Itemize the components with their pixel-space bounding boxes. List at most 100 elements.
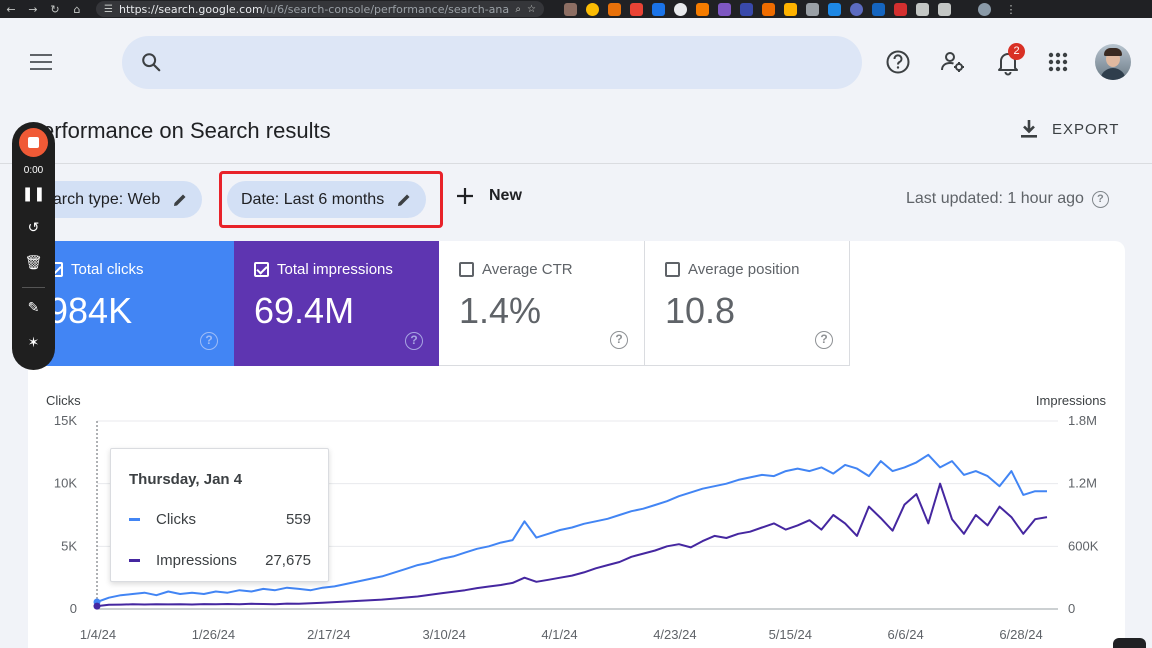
- extension-icon[interactable]: [916, 2, 929, 16]
- apps-grid-icon[interactable]: [1044, 48, 1072, 76]
- account-avatar[interactable]: [1095, 44, 1131, 80]
- metric-label: Total impressions: [277, 261, 393, 278]
- x-tick-label: 1/26/24: [192, 627, 235, 642]
- metric-total-clicks[interactable]: Total clicks 984K ?: [28, 241, 234, 366]
- effects-sparkle-icon[interactable]: ✶: [12, 335, 55, 351]
- delete-trash-icon[interactable]: 🗑: [12, 255, 55, 271]
- metric-value: 10.8: [665, 290, 736, 331]
- y-right-axis-title: Impressions: [1036, 393, 1107, 408]
- reload-icon[interactable]: ↻: [44, 3, 66, 16]
- help-icon[interactable]: ?: [610, 331, 628, 349]
- help-icon[interactable]: ?: [405, 332, 423, 350]
- draw-pen-icon[interactable]: ✎: [12, 300, 55, 316]
- tooltip-row-impressions: Impressions 27,675: [129, 552, 311, 569]
- checkbox-checked-icon[interactable]: [254, 262, 269, 277]
- pause-icon[interactable]: ❚❚: [12, 186, 55, 202]
- new-filter-button[interactable]: New: [455, 186, 522, 206]
- x-tick-label: 6/6/24: [888, 627, 924, 642]
- metric-label: Average position: [688, 261, 800, 278]
- screen-recorder-toolbar: 0:00 ❚❚ ↺ 🗑 ✎ ✶: [12, 122, 55, 370]
- tooltip-row-clicks: Clicks 559: [129, 511, 311, 528]
- last-updated-text: Last updated: 1 hour ago ?: [906, 190, 1109, 208]
- x-tick-label: 4/1/24: [541, 627, 577, 642]
- x-tick-label: 4/23/24: [653, 627, 696, 642]
- address-bar[interactable]: ☰ https://search.google.com/u/6/search-c…: [96, 1, 544, 17]
- app-header: 2: [0, 18, 1152, 108]
- extensions-row: ⋮: [564, 2, 1022, 16]
- page-title: erformance on Search results: [42, 118, 331, 143]
- checkbox-unchecked-icon[interactable]: [665, 262, 680, 277]
- y-left-tick-label: 5K: [61, 538, 77, 553]
- site-info-icon[interactable]: ☰: [104, 4, 113, 15]
- metric-average-ctr[interactable]: Average CTR 1.4% ?: [439, 241, 645, 366]
- more-menu-icon[interactable]: ⋮: [1000, 3, 1022, 16]
- corner-widget: [1113, 638, 1146, 648]
- extension-icon[interactable]: [806, 2, 819, 16]
- y-right-tick-label: 1.2M: [1068, 476, 1097, 491]
- toolbar-divider: [22, 287, 45, 288]
- download-icon: [1021, 120, 1037, 138]
- extension-icon[interactable]: [630, 2, 643, 16]
- extension-icon[interactable]: [872, 2, 885, 16]
- export-button[interactable]: EXPORT: [1018, 118, 1119, 140]
- metric-label: Total clicks: [71, 261, 144, 278]
- last-updated-label: Last updated: 1 hour ago: [906, 190, 1084, 207]
- extension-icon[interactable]: [608, 2, 621, 16]
- metric-total-impressions[interactable]: Total impressions 69.4M ?: [234, 241, 439, 366]
- extension-icon[interactable]: [740, 2, 753, 16]
- extension-icon[interactable]: [784, 2, 797, 16]
- search-input[interactable]: [122, 36, 862, 89]
- metric-value: 1.4%: [459, 290, 542, 331]
- y-right-tick-label: 0: [1068, 601, 1075, 616]
- extension-icon[interactable]: [696, 2, 709, 16]
- extension-icon[interactable]: [850, 2, 863, 16]
- x-tick-label: 6/28/24: [999, 627, 1042, 642]
- y-left-tick-label: 10K: [54, 476, 77, 491]
- extension-icon[interactable]: [894, 2, 907, 16]
- header-divider: [0, 163, 1152, 164]
- help-icon[interactable]: [884, 48, 912, 76]
- extension-icon[interactable]: [718, 2, 731, 16]
- extension-icon[interactable]: [586, 2, 599, 16]
- stop-recording-button[interactable]: [19, 128, 48, 157]
- tooltip-series-value: 559: [285, 511, 311, 528]
- tooltip-date: Thursday, Jan 4: [129, 471, 243, 488]
- search-icon: [142, 53, 161, 72]
- extension-icon[interactable]: [828, 2, 841, 16]
- extension-icon[interactable]: [762, 2, 775, 16]
- x-tick-label: 2/17/24: [307, 627, 350, 642]
- bookmark-star-icon[interactable]: ☆: [527, 4, 536, 15]
- zoom-icon[interactable]: ⌕: [515, 4, 521, 15]
- help-icon[interactable]: ?: [815, 331, 833, 349]
- chart-tooltip: Thursday, Jan 4 Clicks 559 Impressions 2…: [110, 448, 329, 582]
- help-icon[interactable]: ?: [1091, 190, 1109, 208]
- hamburger-menu-icon[interactable]: [30, 54, 52, 70]
- checkbox-unchecked-icon[interactable]: [459, 262, 474, 277]
- profile-icon[interactable]: [978, 2, 991, 16]
- browser-toolbar: ← → ↻ ⌂ ☰ https://search.google.com/u/6/…: [0, 0, 1152, 18]
- help-icon[interactable]: ?: [200, 332, 218, 350]
- edit-pencil-icon[interactable]: [172, 192, 188, 208]
- extension-icon[interactable]: [674, 2, 687, 16]
- plus-icon: [457, 188, 473, 204]
- x-tick-label: 3/10/24: [422, 627, 465, 642]
- y-left-axis-title: Clicks: [46, 393, 81, 408]
- extensions-puzzle-icon[interactable]: [938, 2, 951, 16]
- tooltip-series-name: Clicks: [156, 511, 196, 528]
- user-settings-icon[interactable]: [939, 48, 967, 76]
- back-icon[interactable]: ←: [0, 3, 22, 16]
- home-icon[interactable]: ⌂: [66, 3, 88, 16]
- tooltip-series-value: 27,675: [265, 552, 311, 569]
- extension-icon[interactable]: [564, 2, 577, 16]
- y-right-tick-label: 1.8M: [1068, 413, 1097, 428]
- hover-point-impressions: [93, 602, 101, 610]
- notification-count-badge: 2: [1008, 43, 1025, 60]
- restart-icon[interactable]: ↺: [12, 220, 55, 236]
- x-tick-label: 1/4/24: [80, 627, 116, 642]
- export-label: EXPORT: [1052, 120, 1120, 138]
- y-right-tick-label: 600K: [1068, 538, 1099, 553]
- metric-average-position[interactable]: Average position 10.8 ?: [645, 241, 850, 366]
- extension-icon[interactable]: [652, 2, 665, 16]
- search-type-filter-label: earch type: Web: [44, 190, 161, 208]
- forward-icon[interactable]: →: [22, 3, 44, 16]
